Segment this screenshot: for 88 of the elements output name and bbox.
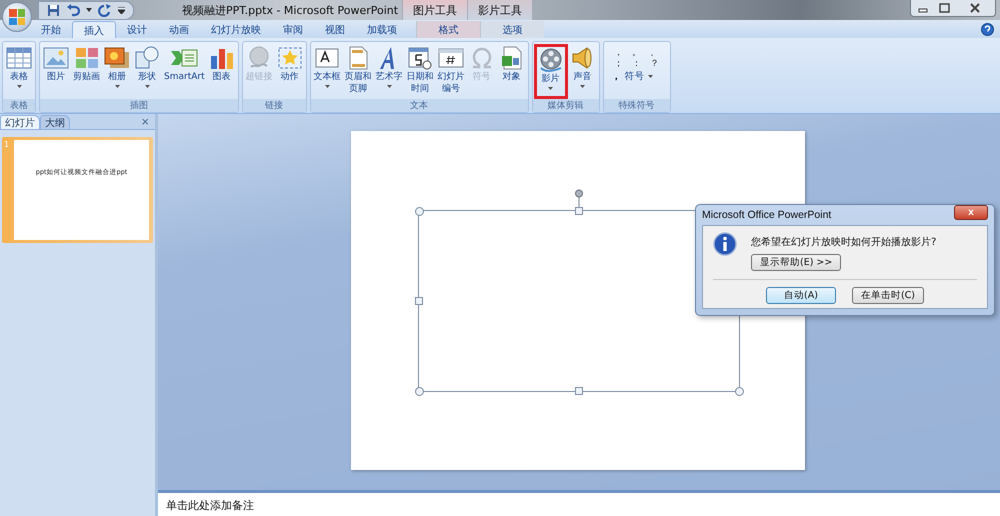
caret-icon [548, 87, 554, 90]
group-label: 表格 [3, 99, 35, 112]
group-label: 文本 [310, 99, 528, 112]
bar-chart-icon [208, 46, 235, 70]
save-icon[interactable] [47, 4, 60, 16]
ribbon-button[interactable]: 对象 [496, 44, 527, 99]
film-reel-icon [538, 48, 564, 72]
contextual-tab[interactable]: 选项 [480, 21, 544, 38]
pane-tab[interactable]: 幻灯片 [0, 115, 40, 129]
resize-handle[interactable] [415, 297, 423, 305]
ribbon-tab[interactable]: 开始 [30, 21, 72, 38]
symbol-button[interactable]: ： [630, 57, 644, 68]
resize-handle[interactable] [575, 207, 583, 215]
ribbon-tab[interactable]: 加载项 [356, 21, 408, 38]
info-icon [713, 232, 737, 256]
ribbon-button[interactable]: 日期和 时间 [404, 44, 436, 99]
caret-icon[interactable] [86, 8, 92, 12]
caret-icon [144, 85, 150, 88]
contextual-tab[interactable]: 格式 [416, 21, 480, 38]
symbol-button[interactable]: 。 [630, 46, 644, 57]
ribbon-tab[interactable]: 幻灯片放映 [200, 21, 272, 38]
symbol-button[interactable]: ； [612, 57, 626, 68]
ribbon-button[interactable]: 文本框 [312, 44, 343, 99]
calendar-icon [407, 46, 434, 70]
group-label: 媒体剪辑 [532, 99, 599, 112]
text-box-icon [314, 46, 340, 70]
dialog-button[interactable]: 自动(A) [766, 287, 836, 304]
star-action-icon [276, 46, 303, 70]
resize-handle[interactable] [415, 207, 424, 216]
undo-icon[interactable] [66, 4, 80, 16]
table-icon [6, 46, 32, 70]
help-button[interactable]: 显示帮助(E) >> [751, 254, 842, 271]
symbol-button[interactable]: 、 [648, 46, 662, 57]
symbol-button[interactable]: ？ [648, 57, 662, 68]
ribbon-button[interactable]: 页眉和 页脚 [342, 44, 374, 99]
contextual-tab-header: 影片工具 [467, 0, 532, 20]
ribbon-button[interactable]: 艺术字 [374, 44, 405, 99]
ribbon-button[interactable]: SmartArt [162, 44, 207, 99]
ribbon-button[interactable]: 影片 [534, 44, 568, 99]
notes-field[interactable]: 单击此处添加备注 [158, 490, 1000, 516]
rotate-handle[interactable] [574, 189, 584, 209]
caret-icon [16, 85, 22, 88]
contextual-tab-header: 图片工具 [402, 0, 467, 20]
window-title: 视频融进PPT.pptx - Microsoft PowerPoint [182, 2, 400, 18]
resize-handle[interactable] [575, 387, 583, 395]
ribbon-button[interactable]: 剪贴画 [71, 44, 102, 99]
caret-icon [580, 85, 586, 88]
help-icon[interactable] [981, 22, 994, 36]
ribbon-tab[interactable]: 审阅 [272, 21, 314, 38]
ribbon-tab[interactable]: 动画 [158, 21, 200, 38]
photo-album-icon [104, 46, 130, 70]
office-button[interactable] [2, 2, 32, 32]
notes-placeholder: 单击此处添加备注 [166, 499, 254, 512]
ribbon-button[interactable]: 形状 [132, 44, 162, 99]
group-label: 插图 [40, 99, 238, 112]
dialog-button[interactable]: 在单击时(C) [852, 287, 924, 304]
customize-caret-icon[interactable] [118, 6, 125, 14]
ribbon-button[interactable]: 相册 [102, 44, 132, 99]
ribbon-button[interactable]: 表格 [4, 44, 34, 99]
shapes-icon [134, 46, 160, 70]
slide-number-icon [438, 46, 464, 70]
ribbon-button[interactable]: 图表 [206, 44, 237, 99]
symbol-dropdown[interactable]: ， 符号 [612, 70, 662, 83]
close-button[interactable]: × [135, 115, 155, 129]
symbol-button[interactable]: ， [612, 46, 626, 57]
pane-tab[interactable]: 大纲 [40, 115, 70, 129]
caret-icon [386, 85, 392, 88]
ribbon-button[interactable]: 动作 [274, 44, 305, 99]
ribbon-button[interactable]: 图片 [41, 44, 71, 99]
resize-handle[interactable] [735, 387, 744, 396]
resize-handle[interactable] [415, 387, 424, 396]
caret-icon [324, 85, 330, 88]
clip-art-icon [74, 46, 100, 70]
group-label: 特殊符号 [604, 99, 670, 112]
dialog-message: 您希望在幻灯片放映时如何开始播放影片? [751, 236, 936, 249]
window-controls[interactable] [910, 0, 996, 17]
picture-icon [43, 46, 69, 70]
ribbon-button[interactable]: 幻灯片 编号 [436, 44, 467, 99]
caret-icon [648, 75, 653, 78]
group-label: 链接 [242, 99, 306, 112]
slide-number: 1 [4, 140, 10, 151]
caret-icon [114, 85, 120, 88]
ribbon-tab[interactable]: 插入 [72, 21, 116, 38]
ribbon-button[interactable]: 声音 [568, 44, 598, 99]
redo-icon[interactable] [98, 4, 112, 16]
ribbon-tab[interactable]: 设计 [116, 21, 158, 38]
ribbon-tab[interactable]: 视图 [314, 21, 356, 38]
dialog-title: Microsoft Office PowerPoint [702, 209, 832, 221]
